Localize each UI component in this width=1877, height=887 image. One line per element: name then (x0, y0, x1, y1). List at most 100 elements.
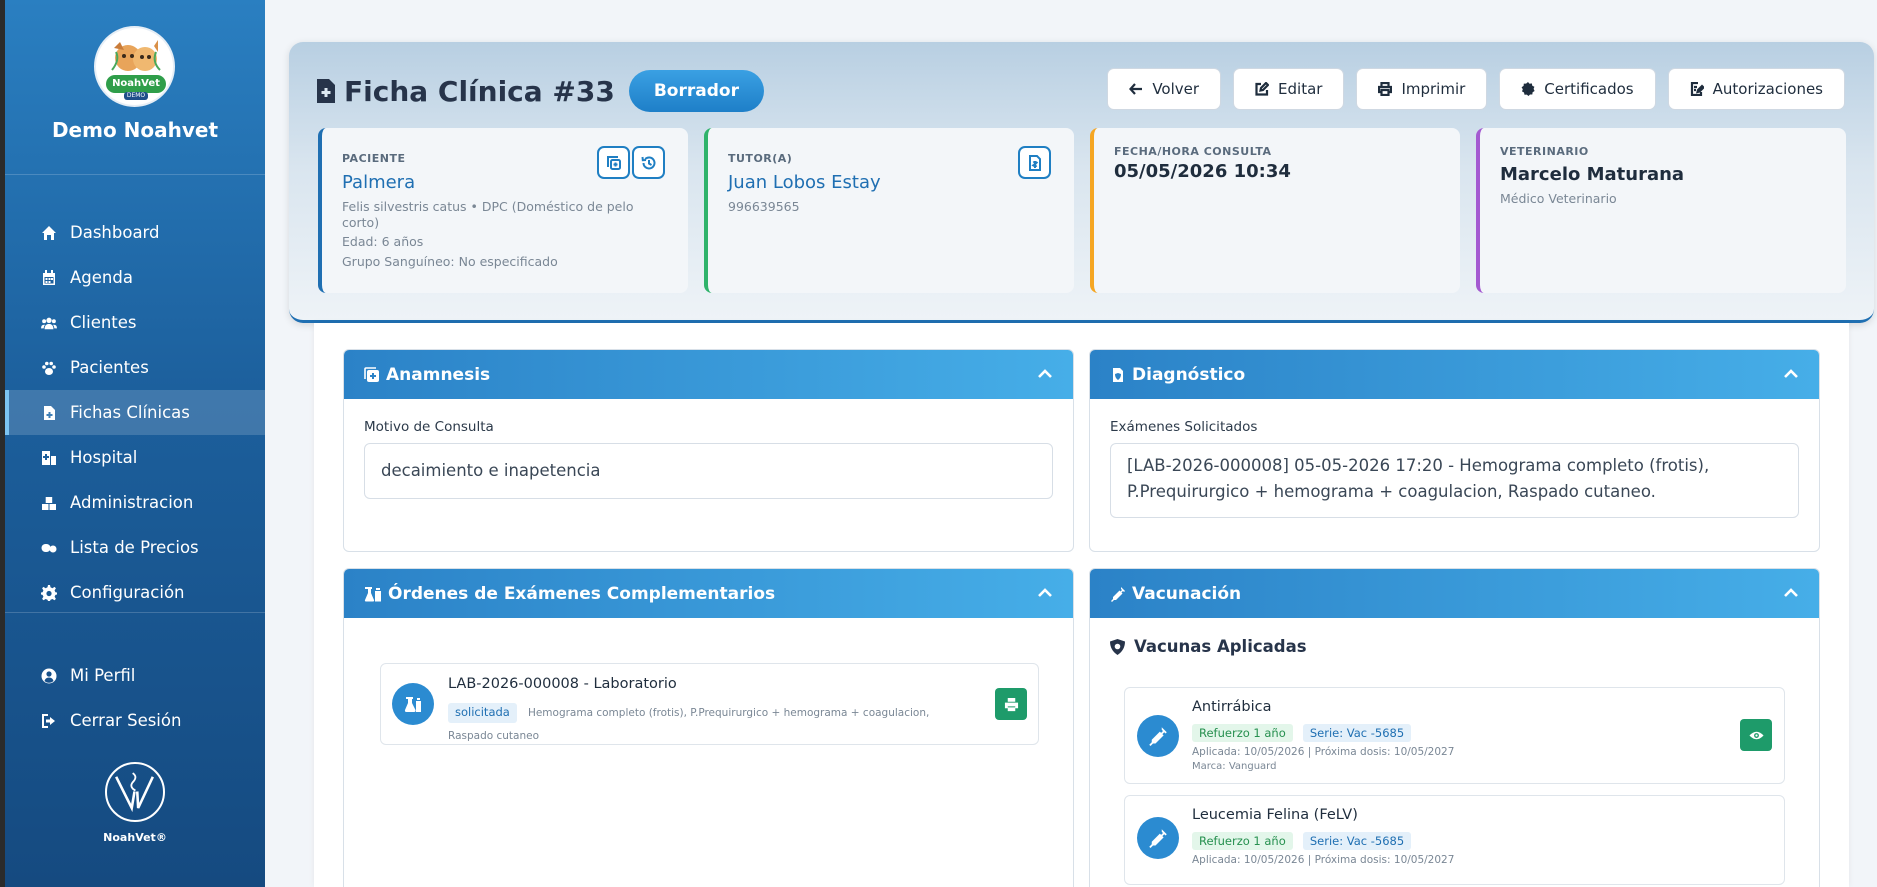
arrow-left-icon (1129, 83, 1143, 95)
footer-brand-name: NoahVet® (103, 831, 167, 844)
sidebar-item-cerrar-sesion[interactable]: Cerrar Sesión (5, 698, 265, 743)
vaccine-icon-wrap (1137, 715, 1179, 757)
authorizations-button[interactable]: Autorizaciones (1667, 68, 1845, 110)
record-header: Ficha Clínica #33 Borrador Volver Editar… (289, 42, 1874, 323)
sidebar-divider (5, 612, 265, 613)
sidebar-item-administracion[interactable]: Administracion (5, 480, 265, 525)
edit-button-label: Editar (1278, 80, 1323, 98)
sidebar-item-pacientes[interactable]: Pacientes (5, 345, 265, 390)
exam-order-card: LAB-2026-000008 - Laboratorio solicitada… (380, 663, 1039, 745)
vet-name: Marcelo Maturana (1500, 164, 1685, 185)
sidebar-item-label: Lista de Precios (70, 538, 199, 557)
chevron-up-icon (1784, 369, 1798, 378)
exam-order-title[interactable]: LAB-2026-000008 - Laboratorio (448, 676, 677, 692)
back-button[interactable]: Volver (1107, 68, 1222, 110)
sidebar-item-lista-precios[interactable]: Lista de Precios (5, 525, 265, 570)
certificates-button-label: Certificados (1544, 80, 1634, 98)
file-signature-icon (1690, 82, 1704, 96)
vaccine-name: Antirrábica (1192, 699, 1272, 715)
sidebar-item-label: Pacientes (70, 358, 149, 377)
sidebar-item-mi-perfil[interactable]: Mi Perfil (5, 653, 265, 698)
patient-card: PACIENTE Palmera Felis silvestris catus … (318, 128, 688, 293)
patient-duplicate-button[interactable] (597, 146, 630, 179)
page-title: Ficha Clínica #33 Borrador (316, 70, 764, 112)
anamnesis-header[interactable]: Anamnesis (344, 350, 1073, 399)
applied-vaccines-title: Vacunas Aplicadas (1134, 637, 1307, 656)
vaccine-card: Antirrábica Refuerzo 1 año Serie: Vac -5… (1124, 687, 1785, 784)
vaccine-type-badge: Refuerzo 1 año (1192, 724, 1293, 742)
sidebar-item-label: Configuración (70, 583, 185, 602)
users-icon (41, 317, 57, 329)
vaccine-chips: Refuerzo 1 año Serie: Vac -5685 (1192, 722, 1412, 742)
vaccination-title: Vacunación (1132, 583, 1242, 604)
print-button-label: Imprimir (1401, 80, 1466, 98)
brand-logo[interactable]: NoahVet DEMO (94, 26, 175, 107)
exam-order-description: Hemograma completo (frotis), P.Prequirur… (448, 707, 930, 742)
sidebar-item-label: Mi Perfil (70, 666, 136, 685)
pets-logo-icon (111, 40, 161, 71)
tutor-card: TUTOR(A) Juan Lobos Estay 996639565 (704, 128, 1074, 293)
sidebar-item-fichas-clinicas[interactable]: Fichas Clínicas (5, 390, 265, 435)
sidebar-item-hospital[interactable]: Hospital (5, 435, 265, 480)
edit-button[interactable]: Editar (1233, 68, 1345, 110)
sidebar-item-clientes[interactable]: Clientes (5, 300, 265, 345)
consult-reason-label: Motivo de Consulta (364, 419, 494, 435)
back-button-label: Volver (1152, 80, 1200, 98)
sidebar-brand: NoahVet DEMO Demo Noahvet (5, 0, 265, 175)
tutor-document-button[interactable] (1018, 146, 1051, 179)
file-invoice-icon (1028, 154, 1041, 171)
noahvet-footer-logo (105, 762, 165, 822)
pills-icon (41, 543, 57, 552)
authorizations-button-label: Autorizaciones (1712, 80, 1823, 98)
flask-icon (364, 586, 381, 601)
file-medical-icon (317, 79, 335, 103)
diagnosis-title: Diagnóstico (1132, 364, 1246, 385)
vaccine-brand: Marca: Vanguard (1192, 761, 1277, 772)
sidebar-item-label: Dashboard (70, 223, 160, 242)
tutor-phone: 996639565 (728, 199, 800, 214)
header-actions: Volver Editar Imprimir Certificados Auto… (1107, 68, 1845, 110)
sidebar-item-label: Agenda (70, 268, 133, 287)
vaccine-serie-badge: Serie: Vac -5685 (1302, 724, 1412, 742)
vaccination-header[interactable]: Vacunación (1090, 569, 1819, 618)
chevron-up-icon (1038, 369, 1052, 378)
sidebar-item-label: Cerrar Sesión (70, 711, 182, 730)
consult-datetime: 05/05/2026 10:34 (1114, 161, 1291, 182)
anamnesis-title: Anamnesis (386, 364, 491, 385)
consult-datetime-card: FECHA/HORA CONSULTA 05/05/2026 10:34 (1090, 128, 1460, 293)
exam-orders-header[interactable]: Órdenes de Exámenes Complementarios (344, 569, 1073, 618)
noahvet-logo-icon (115, 772, 154, 813)
sidebar-item-agenda[interactable]: Agenda (5, 255, 265, 300)
hospital-icon (42, 450, 56, 465)
vaccine-type-badge: Refuerzo 1 año (1192, 832, 1293, 850)
shield-virus-icon (1110, 638, 1125, 655)
user-circle-icon (41, 668, 57, 683)
print-order-button[interactable] (995, 688, 1027, 720)
vaccine-name: Leucemia Felina (FeLV) (1192, 807, 1358, 823)
status-badge: Borrador (628, 70, 764, 112)
flask-icon (404, 697, 421, 712)
syringe-icon (1149, 727, 1167, 746)
certificates-button[interactable]: Certificados (1499, 68, 1656, 110)
tutor-name-link[interactable]: Juan Lobos Estay (728, 172, 1054, 193)
view-vaccine-button[interactable] (1740, 719, 1772, 751)
diagnosis-header[interactable]: Diagnóstico (1090, 350, 1819, 399)
exam-orders-title: Órdenes de Exámenes Complementarios (388, 583, 776, 604)
vet-label: VETERINARIO (1500, 145, 1589, 158)
print-button[interactable]: Imprimir (1356, 68, 1488, 110)
record-content: Anamnesis Motivo de Consulta decaimiento… (314, 323, 1849, 887)
tutor-label: TUTOR(A) (728, 152, 793, 165)
sidebar-item-label: Clientes (70, 313, 137, 332)
brand-name: Demo Noahvet (51, 118, 219, 142)
patient-history-button[interactable] (632, 146, 665, 179)
syringe-icon (1111, 586, 1125, 602)
calendar-icon (43, 269, 55, 285)
sidebar-item-label: Administracion (70, 493, 194, 512)
sidebar-item-configuracion[interactable]: Configuración (5, 570, 265, 615)
sidebar-item-dashboard[interactable]: Dashboard (5, 210, 265, 255)
print-icon (1378, 82, 1393, 96)
sidebar: NoahVet DEMO Demo Noahvet Dashboard Agen… (5, 0, 265, 887)
home-icon (42, 225, 56, 240)
edit-icon (1255, 82, 1270, 96)
copy-medical-icon (606, 155, 621, 170)
